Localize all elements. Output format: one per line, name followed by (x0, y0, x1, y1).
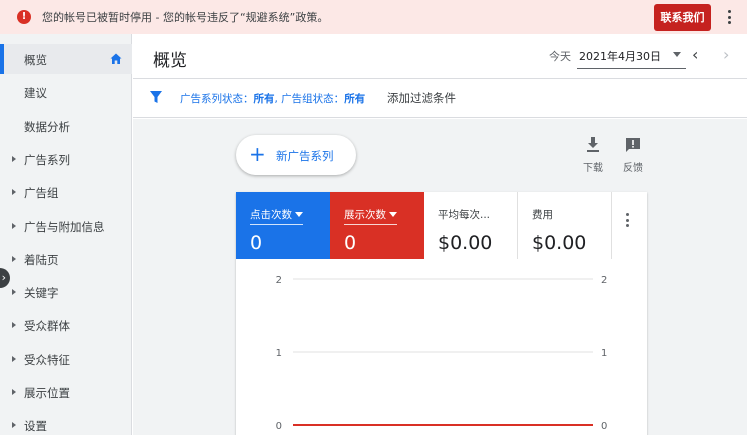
sidebar-item[interactable]: 广告组 (0, 177, 132, 207)
expand-caret-icon (12, 322, 16, 329)
new-campaign-label: 新广告系列 (276, 149, 334, 163)
alert-message: 您的帐号已被暂时停用 - 您的帐号违反了“规避系统”政策。 (42, 11, 329, 24)
metric-avg-cpc-value: $0.00 (438, 232, 493, 254)
sidebar-item-label: 数据分析 (24, 119, 70, 134)
sidebar-item[interactable]: 设置 (0, 410, 132, 435)
metric-impressions[interactable]: 展示次数 0 (330, 192, 424, 259)
metric-impressions-value: 0 (344, 232, 357, 254)
expand-caret-icon (12, 222, 16, 229)
metric-clicks-value: 0 (250, 232, 263, 254)
expand-caret-icon (12, 389, 16, 395)
dropdown-icon (295, 212, 303, 217)
page-title: 概览 (153, 51, 187, 71)
metric-avg-cpc-name: 平均每次... (438, 209, 491, 221)
active-filters[interactable]: 广告系列状态：所有, 广告组状态：所有 (180, 91, 365, 106)
sidebar-item[interactable]: 展示位置 (0, 377, 132, 407)
feedback-label: 反馈 (623, 163, 643, 174)
expand-caret-icon (12, 189, 16, 196)
add-filter-button[interactable]: 添加过滤条件 (387, 90, 456, 106)
expand-caret-icon (12, 289, 16, 296)
more-options-icon[interactable] (722, 7, 736, 27)
sidebar-item-label: 广告组 (24, 186, 59, 201)
feedback-button[interactable]: 反馈 (618, 137, 648, 174)
sidebar-item[interactable]: 广告系列 (0, 144, 132, 174)
expand-caret-icon (12, 355, 16, 362)
metric-clicks[interactable]: 点击次数 0 (236, 192, 330, 259)
right-axis-tick-label: 2 (601, 275, 607, 286)
download-label: 下载 (583, 163, 603, 174)
adgroup-status-label: , 广告组状态： (274, 93, 345, 105)
sidebar-item-label: 概览 (24, 53, 47, 67)
new-campaign-button[interactable]: + 新广告系列 (236, 135, 356, 175)
date-range-selector[interactable]: 2021年4月30日 (579, 48, 661, 64)
download-button[interactable]: 下载 (578, 137, 608, 174)
error-icon: ! (17, 10, 31, 24)
metric-cost-name: 费用 (532, 209, 553, 221)
page-header: 概览 今天 2021年4月30日 ‹ › (133, 34, 747, 79)
filter-bar: 广告系列状态：所有, 广告组状态：所有 添加过滤条件 (133, 79, 747, 118)
sidebar-item-label: 受众特征 (24, 352, 70, 367)
campaign-status-value: 所有 (253, 93, 275, 105)
sidebar-item-label: 展示位置 (24, 386, 70, 400)
filter-icon[interactable] (149, 90, 163, 104)
contact-us-button[interactable]: 联系我们 (654, 4, 711, 31)
right-axis-tick-label: 0 (601, 421, 607, 432)
sidebar-item[interactable]: 关键字 (0, 277, 132, 307)
date-underline (577, 68, 686, 69)
left-axis-tick-label: 1 (276, 348, 282, 359)
download-icon (587, 137, 599, 152)
sidebar-item[interactable]: 受众特征 (0, 344, 132, 374)
expand-caret-icon (12, 422, 16, 429)
sidebar-item-label: 设置 (24, 419, 47, 434)
metric-impressions-name: 展示次数 (344, 209, 386, 221)
metric-cost[interactable]: 费用 $0.00 (518, 192, 612, 259)
sidebar-nav: 概览建议数据分析广告系列广告组广告与附加信息 着陆页关键字受众群体受众特征展示位置… (0, 34, 132, 435)
metric-clicks-name: 点击次数 (250, 209, 292, 221)
metric-cost-value: $0.00 (532, 232, 587, 254)
account-suspended-alert: ! 您的帐号已被暂时停用 - 您的帐号违反了“规避系统”政策。 联系我们 (0, 0, 747, 34)
sidebar-item-label: 广告与附加信息 (24, 219, 105, 234)
performance-chart: 2 2 1 1 0 0 (276, 275, 608, 432)
feedback-icon (626, 138, 640, 152)
plus-icon: + (249, 142, 266, 166)
next-period-icon[interactable]: › (723, 45, 729, 64)
date-dropdown-icon[interactable] (673, 52, 681, 57)
previous-period-icon[interactable]: ‹ (692, 45, 698, 64)
sidebar-item-label: 建议 (24, 86, 47, 101)
adgroup-status-value: 所有 (344, 93, 366, 105)
sidebar-item[interactable]: 广告与附加信息 (0, 211, 132, 241)
expand-caret-icon (12, 255, 16, 262)
card-more-icon[interactable] (626, 210, 629, 227)
sidebar-item-label: 广告系列 (24, 152, 70, 167)
campaign-status-label: 广告系列状态： (180, 93, 254, 105)
sidebar-item-label: 关键字 (24, 286, 59, 301)
home-icon (110, 53, 122, 64)
overview-main: + 新广告系列 下载 反馈 点击次数 0 展示次数 0 平均每次... $0.0… (133, 119, 747, 435)
sidebar-item[interactable]: 数据分析 (0, 111, 132, 141)
right-axis-tick-label: 1 (601, 348, 607, 359)
sidebar-item[interactable]: 概览 (0, 44, 132, 74)
left-axis-tick-label: 2 (276, 275, 282, 286)
sidebar-item[interactable]: 受众群体 (0, 310, 132, 340)
sidebar-item-label: 受众群体 (24, 319, 70, 334)
date-range-prefix: 今天 (549, 50, 571, 63)
metric-avg-cpc[interactable]: 平均每次... $0.00 (424, 192, 518, 259)
dropdown-icon (389, 212, 397, 217)
performance-card: 点击次数 0 展示次数 0 平均每次... $0.00 费用 $0.00 2 2 1… (236, 192, 647, 435)
left-axis-tick-label: 0 (276, 421, 282, 432)
sidebar-item[interactable]: 建议 (0, 77, 132, 107)
sidebar-item-label: 着陆页 (24, 252, 59, 267)
expand-caret-icon (12, 155, 16, 162)
sidebar-item[interactable]: 着陆页 (0, 244, 132, 274)
